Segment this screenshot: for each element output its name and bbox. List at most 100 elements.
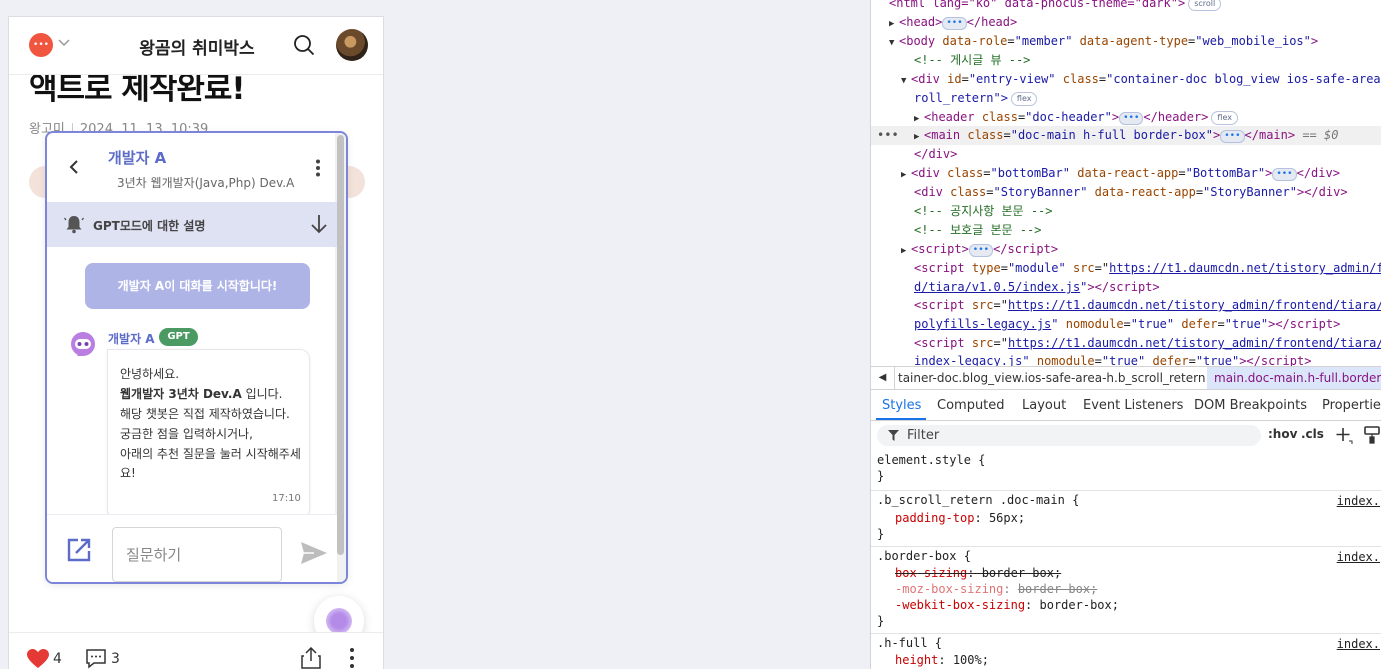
dom-node-div-close[interactable]: </div> xyxy=(914,145,957,164)
script-src-link[interactable]: polyfills-legacy.js xyxy=(914,317,1051,331)
tab-styles[interactable]: Styles xyxy=(882,398,921,413)
breadcrumb-item[interactable]: tainer-doc.blog_view.ios-safe-area-h.b_s… xyxy=(898,371,1205,385)
back-arrow-icon[interactable] xyxy=(67,159,81,175)
comment-count: 3 xyxy=(111,651,120,667)
dom-node-entry-view[interactable]: ▼ <div id="entry-view" class="container-d… xyxy=(901,70,1381,89)
rule-close: } xyxy=(877,614,885,628)
chatbot-window: 개발자 A 3년차 웹개발자(Java,Php) Dev.A GPT모드에 대한… xyxy=(45,131,348,584)
rule-source-link[interactable]: index. xyxy=(1337,550,1380,564)
rule-declaration[interactable]: padding-top: 56px; xyxy=(895,510,1025,527)
question-input[interactable] xyxy=(112,527,282,582)
user-avatar[interactable] xyxy=(336,29,368,61)
active-tab-indicator xyxy=(876,418,926,420)
dom-node-script[interactable]: ▶ <script> ••• </script> xyxy=(901,240,1058,259)
new-rule-icon[interactable] xyxy=(1335,426,1353,444)
rule-selector[interactable]: element.style { xyxy=(877,452,985,469)
bot-avatar-icon xyxy=(71,332,95,356)
new-chat-icon[interactable] xyxy=(66,537,92,563)
message-text: 입니다. xyxy=(241,387,283,401)
bot-message-bubble: 안녕하세요. 웹개발자 3년차 Dev.A 입니다. 해당 챗봇은 직접 제작하… xyxy=(107,349,310,519)
arrow-down-icon[interactable] xyxy=(310,214,328,234)
script-src-link[interactable]: https://t1.daumcdn.net/tistory_admin/fro… xyxy=(1008,298,1381,312)
dom-node-bottombar[interactable]: ▶ <div class="bottomBar" data-react-app="… xyxy=(901,164,1340,183)
script-src-link[interactable]: index-legacy.js xyxy=(914,354,1022,366)
message-line: 아래의 추천 질문을 눌러 시작해주세 xyxy=(120,447,301,461)
orb-icon xyxy=(326,608,352,634)
dom-node-script-polyfills-cont: polyfills-legacy.js" nomodule="true" def… xyxy=(914,317,1341,331)
breadcrumb-scroll-left-icon[interactable]: ◀ xyxy=(871,367,895,389)
styles-rules: element.style { } .b_scroll_retern .doc-… xyxy=(871,450,1381,669)
chat-title: 개발자 A xyxy=(108,149,167,167)
chat-subtitle: 3년차 웹개발자(Java,Php) Dev.A xyxy=(117,176,295,190)
styles-tabbar: Styles Computed Layout Event Listeners D… xyxy=(871,391,1381,421)
tab-computed[interactable]: Computed xyxy=(937,398,1005,413)
start-conversation-button[interactable]: 개발자 A이 대화를 시작합니다! xyxy=(85,263,310,309)
dom-node-main-selected[interactable]: ••• ▶ <main class="doc-main h-full border-… xyxy=(877,126,1338,145)
send-icon[interactable] xyxy=(300,541,328,565)
dom-comment[interactable]: <!-- 게시글 뷰 --> xyxy=(914,51,1030,70)
dom-node-script-legacy-cont: index-legacy.js" nomodule="true" defer="… xyxy=(914,354,1312,366)
style-rule-h-full[interactable]: .h-full { index. height: 100%; xyxy=(871,633,1381,669)
dom-node-body[interactable]: ▼ <body data-role="member" data-agent-typ… xyxy=(889,32,1318,51)
flex-badge[interactable]: flex xyxy=(1010,92,1038,106)
dom-node-script-legacy[interactable]: <script src="https://t1.daumcdn.net/tist… xyxy=(914,334,1381,353)
more-vertical-icon[interactable] xyxy=(315,159,321,177)
more-vertical-icon[interactable] xyxy=(346,647,358,669)
cls-toggle[interactable]: .cls xyxy=(1301,427,1324,441)
heart-icon[interactable] xyxy=(27,649,49,669)
dom-node-storybanner[interactable]: <div class="StoryBanner" data-react-app=… xyxy=(914,183,1348,202)
search-icon[interactable] xyxy=(293,34,315,56)
message-line: 해당 챗봇은 직접 제작하였습니다. xyxy=(120,407,290,421)
rule-selector[interactable]: .h-full { xyxy=(877,635,942,652)
rule-declaration[interactable]: -webkit-box-sizing: border-box; xyxy=(895,597,1119,614)
rule-close: } xyxy=(877,469,885,483)
flex-badge[interactable]: flex xyxy=(1211,111,1238,125)
paint-brush-icon[interactable] xyxy=(1364,426,1380,444)
bot-name: 개발자 A xyxy=(108,332,155,346)
dom-node-head[interactable]: ▶ <head> ••• </head> xyxy=(889,13,1017,32)
message-line: 웹개발자 3년차 Dev.A 입니다. xyxy=(120,385,283,402)
blog-title[interactable]: 왕곰의 취미박스 xyxy=(9,34,383,59)
rule-selector[interactable]: .border-box { xyxy=(877,548,971,565)
rule-declaration-overridden[interactable]: box-sizing: border-box; xyxy=(895,565,1061,582)
filter-icon xyxy=(888,430,899,441)
script-src-link[interactable]: d/tiara/v1.0.5/index.js xyxy=(914,280,1080,294)
gpt-mode-banner[interactable]: GPT모드에 대한 설명 xyxy=(47,202,337,247)
elements-tree: <html lang="ko" data-phocus-theme="dark"… xyxy=(871,0,1381,366)
rule-source-link[interactable]: index. xyxy=(1337,494,1380,508)
script-src-link[interactable]: https://t1.daumcdn.net/tistory_admin/fro… xyxy=(1008,336,1381,350)
style-rule-doc-main[interactable]: .b_scroll_retern .doc-main { index. padd… xyxy=(871,490,1381,545)
message-bold: 웹개발자 3년차 Dev.A xyxy=(120,387,242,401)
rule-declaration-inactive[interactable]: -moz-box-sizing: border-box; xyxy=(895,581,1097,598)
dom-node-script-module[interactable]: <script type="module" src="https://t1.da… xyxy=(914,259,1381,278)
message-line: 궁금한 점을 입력하시거나, xyxy=(120,427,253,441)
dom-node-html[interactable]: <html lang="ko" data-phocus-theme="dark"… xyxy=(889,0,1222,13)
tab-event-listeners[interactable]: Event Listeners xyxy=(1083,398,1183,413)
bell-icon xyxy=(64,216,84,234)
comment-icon[interactable] xyxy=(85,649,107,669)
hov-toggle[interactable]: :hov xyxy=(1268,427,1297,441)
share-icon[interactable] xyxy=(301,647,321,669)
like-count: 4 xyxy=(53,651,62,667)
rule-source-link[interactable]: index. xyxy=(1337,637,1380,651)
dom-comment[interactable]: <!-- 보호글 본문 --> xyxy=(914,221,1041,240)
rule-selector[interactable]: .b_scroll_retern .doc-main { xyxy=(877,492,1079,509)
dom-comment[interactable]: <!-- 공지사항 본문 --> xyxy=(914,202,1053,221)
devtools-panel: <html lang="ko" data-phocus-theme="dark"… xyxy=(870,0,1381,669)
tab-properties[interactable]: Properties xyxy=(1322,398,1381,413)
rule-declaration[interactable]: height: 100%; xyxy=(895,652,989,669)
script-src-link[interactable]: https://t1.daumcdn.net/tistory_admin/fro… xyxy=(1109,261,1381,275)
tab-dom-breakpoints[interactable]: DOM Breakpoints xyxy=(1194,398,1307,413)
breadcrumb: ◀ tainer-doc.blog_view.ios-safe-area-h.b… xyxy=(871,366,1381,390)
scroll-badge[interactable]: scroll xyxy=(1188,0,1222,11)
blog-header: ••• 왕곰의 취미박스 xyxy=(9,17,383,75)
breadcrumb-item-selected[interactable]: main.doc-main.h-full.border-box xyxy=(1207,367,1381,389)
style-rule-border-box[interactable]: .border-box { index. box-sizing: border-… xyxy=(871,546,1381,632)
dom-node-header[interactable]: ▶ <header class="doc-header"> ••• </header>… xyxy=(914,108,1238,127)
scrollbar-thumb[interactable] xyxy=(337,135,344,555)
filter-input[interactable] xyxy=(907,426,1247,445)
bottom-bar: 4 3 xyxy=(9,632,383,669)
dom-node-script-polyfills[interactable]: <script src="https://t1.daumcdn.net/tist… xyxy=(914,296,1381,315)
style-rule-element[interactable]: element.style { } xyxy=(871,450,1381,489)
tab-layout[interactable]: Layout xyxy=(1022,398,1066,413)
